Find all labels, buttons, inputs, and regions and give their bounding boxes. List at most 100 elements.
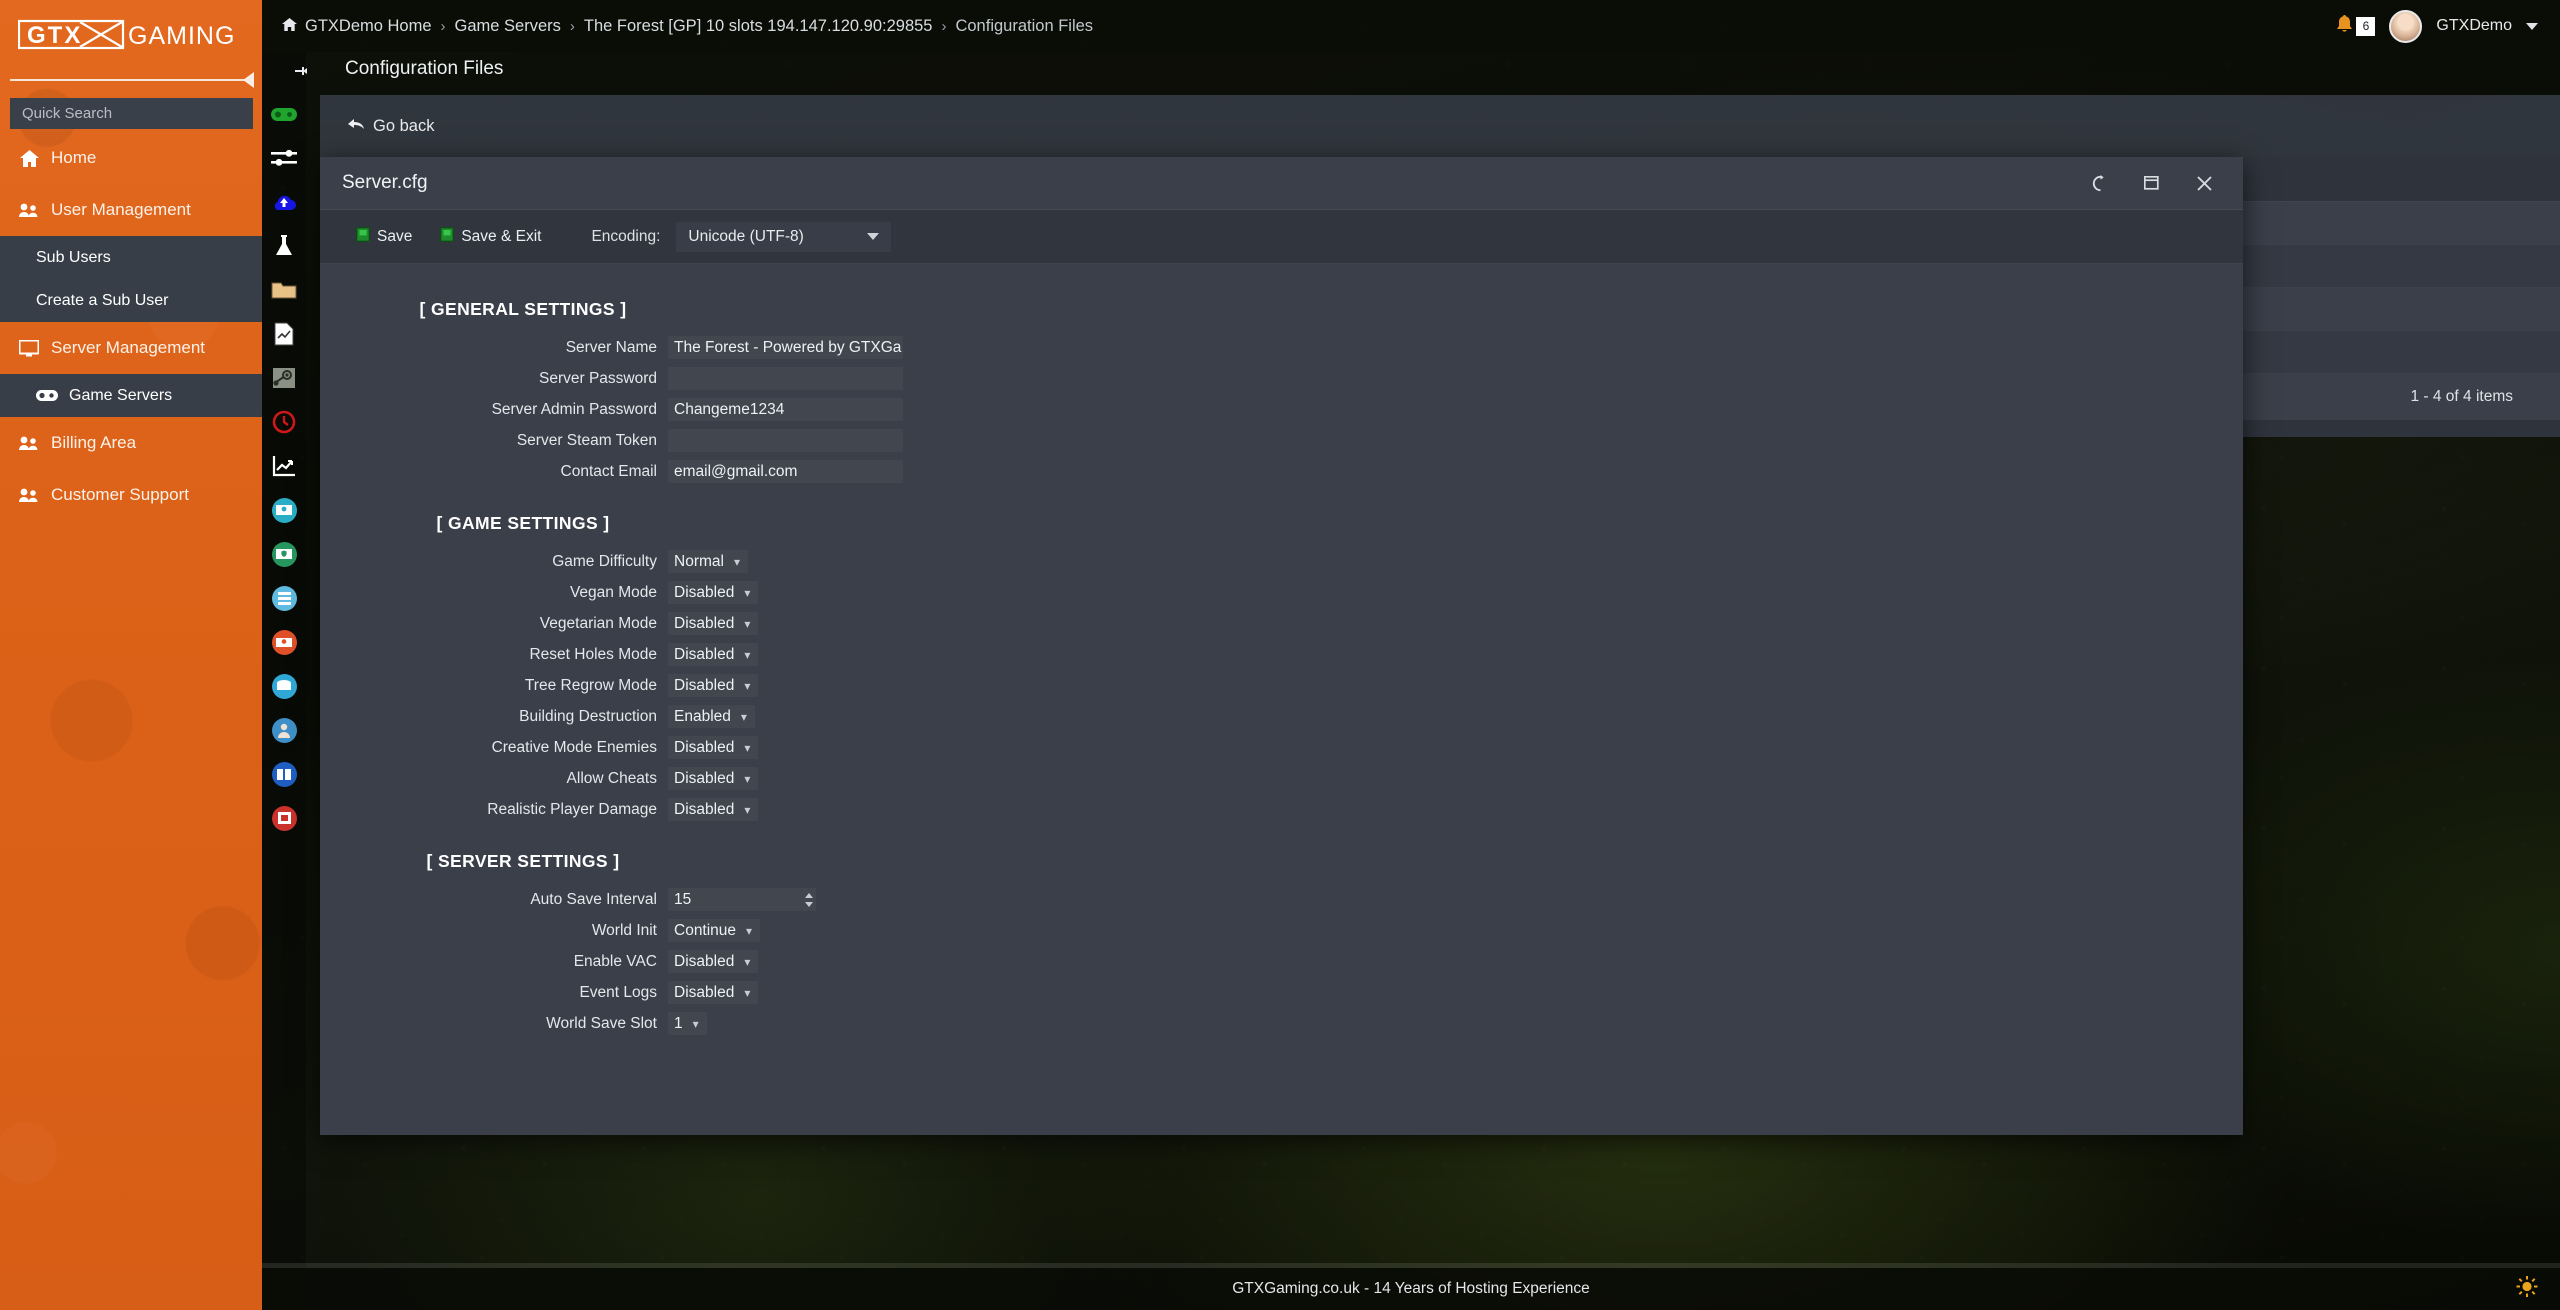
- book-icon[interactable]: [262, 752, 306, 796]
- file-chart-icon[interactable]: [262, 312, 306, 356]
- tree-regrow-mode-select[interactable]: Disabled ▾: [668, 674, 759, 697]
- folder-icon[interactable]: [262, 268, 306, 312]
- search-input[interactable]: [10, 98, 253, 129]
- stepper-up-icon[interactable]: [805, 892, 813, 898]
- world-save-slot-select[interactable]: 1 ▾: [668, 1012, 707, 1035]
- sidebar-item-label: Customer Support: [51, 485, 189, 504]
- user-monitor-icon[interactable]: [262, 488, 306, 532]
- realistic-player-damage-select[interactable]: Disabled ▾: [668, 798, 759, 821]
- server-list-glyph: [271, 585, 297, 611]
- field-row-building-destruction: Building Destruction Enabled ▾: [320, 701, 1080, 732]
- graph-icon[interactable]: [262, 444, 306, 488]
- allow-cheats-select[interactable]: Disabled ▾: [668, 767, 759, 790]
- field-row-server-admin-password: Server Admin Password Changeme1234: [320, 394, 1080, 425]
- sliders-icon[interactable]: [262, 136, 306, 180]
- sidebar-item-create-a-sub-user[interactable]: Create a Sub User: [0, 279, 262, 322]
- sidebar-item-user-management[interactable]: User Management: [0, 184, 262, 236]
- reset-holes-mode-select[interactable]: Disabled ▾: [668, 643, 759, 666]
- save-button[interactable]: Save: [342, 222, 426, 252]
- sidebar-collapse-arrow[interactable]: [243, 72, 254, 88]
- enable-vac-select[interactable]: Disabled ▾: [668, 950, 759, 973]
- flask-icon[interactable]: [262, 224, 306, 268]
- field-label: Auto Save Interval: [530, 890, 657, 908]
- cloud-upload-icon[interactable]: [262, 180, 306, 224]
- stepper-arrows[interactable]: [805, 892, 813, 907]
- sun-icon[interactable]: [2516, 1276, 2538, 1303]
- server-name-input[interactable]: The Forest - Powered by GTXGa: [668, 336, 903, 359]
- database-icon[interactable]: [262, 664, 306, 708]
- encoding-value: Unicode (UTF-8): [688, 227, 804, 245]
- page-title: Configuration Files: [345, 58, 504, 79]
- person-icon[interactable]: [262, 708, 306, 752]
- field-row-server-password: Server Password: [320, 363, 1080, 394]
- chevron-down-icon[interactable]: [2526, 22, 2538, 30]
- event-logs-select[interactable]: Disabled ▾: [668, 981, 759, 1004]
- users-icon: [18, 485, 40, 505]
- save-and-exit-button[interactable]: Save & Exit: [426, 222, 555, 252]
- breadcrumb-item-configuration-files[interactable]: Configuration Files: [955, 17, 1093, 36]
- field-value: Disabled: [674, 614, 735, 632]
- modal-window-controls: [2089, 172, 2243, 194]
- notifications-button[interactable]: 6: [2336, 14, 2376, 38]
- gamepad-icon[interactable]: [262, 92, 306, 136]
- server-list-icon[interactable]: [262, 576, 306, 620]
- go-back-button[interactable]: Go back: [320, 117, 434, 136]
- breadcrumb-item-server[interactable]: The Forest [GP] 10 slots 194.147.120.90:…: [584, 17, 933, 36]
- field-row-vegetarian-mode: Vegetarian Mode Disabled ▾: [320, 608, 1080, 639]
- encoding-label: Encoding:: [591, 227, 661, 245]
- section-title-general: [ GENERAL SETTINGS ]: [419, 299, 627, 319]
- user-management-submenu: Sub Users Create a Sub User: [0, 236, 262, 322]
- vegetarian-mode-select[interactable]: Disabled ▾: [668, 612, 759, 635]
- quick-search-box[interactable]: [10, 98, 253, 129]
- field-value: Disabled: [674, 983, 735, 1001]
- server-steam-token-input[interactable]: [668, 429, 903, 452]
- chevron-down-icon: ▾: [744, 802, 751, 817]
- game-difficulty-select[interactable]: Normal ▾: [668, 550, 748, 573]
- server-password-input[interactable]: [668, 367, 903, 390]
- building-destruction-select[interactable]: Enabled ▾: [668, 705, 755, 728]
- sidebar-item-billing-area[interactable]: Billing Area: [0, 417, 262, 469]
- chevron-down-icon: ▾: [740, 709, 747, 724]
- sidebar-item-sub-users[interactable]: Sub Users: [0, 236, 262, 279]
- sidebar-subitem-label: Sub Users: [36, 248, 111, 266]
- auto-save-interval-stepper[interactable]: 15: [668, 888, 816, 911]
- server-admin-password-input[interactable]: Changeme1234: [668, 398, 903, 421]
- shield-monitor-glyph: [271, 541, 297, 567]
- shield-monitor-icon[interactable]: [262, 532, 306, 576]
- footer-text: GTXGaming.co.uk - 14 Years of Hosting Ex…: [1232, 1280, 1590, 1297]
- sidebar-item-game-servers[interactable]: Game Servers: [0, 374, 262, 417]
- field-value: Disabled: [674, 769, 735, 787]
- field-row-world-save-slot: World Save Slot 1 ▾: [320, 1008, 1080, 1039]
- pin-icon[interactable]: [290, 60, 312, 82]
- clock-icon[interactable]: [262, 400, 306, 444]
- contact-email-input[interactable]: email@gmail.com: [668, 460, 903, 483]
- steam-icon[interactable]: [262, 356, 306, 400]
- sidebar-item-customer-support[interactable]: Customer Support: [0, 469, 262, 521]
- gtxgaming-logo[interactable]: GTX GAMING: [18, 16, 244, 56]
- sidebar-item-server-management[interactable]: Server Management: [0, 322, 262, 374]
- maximize-icon[interactable]: [2141, 172, 2163, 194]
- field-label: Realistic Player Damage: [487, 800, 657, 818]
- field-label: Game Difficulty: [552, 552, 657, 570]
- close-icon[interactable]: [2193, 172, 2215, 194]
- sidebar-item-label: User Management: [51, 200, 191, 219]
- encoding-select[interactable]: Unicode (UTF-8): [676, 221, 892, 252]
- vegan-mode-select[interactable]: Disabled ▾: [668, 581, 759, 604]
- field-row-tree-regrow-mode: Tree Regrow Mode Disabled ▾: [320, 670, 1080, 701]
- avatar[interactable]: [2389, 9, 2423, 43]
- user-alert-icon[interactable]: [262, 620, 306, 664]
- field-row-event-logs: Event Logs Disabled ▾: [320, 977, 1080, 1008]
- world-init-select[interactable]: Continue ▾: [668, 919, 761, 942]
- archive-icon[interactable]: [262, 796, 306, 840]
- field-value: Disabled: [674, 583, 735, 601]
- creative-mode-enemies-select[interactable]: Disabled ▾: [668, 736, 759, 759]
- refresh-icon[interactable]: [2089, 172, 2111, 194]
- sidebar-subitem-label: Game Servers: [69, 386, 173, 404]
- home-icon: [18, 148, 40, 168]
- stepper-down-icon[interactable]: [805, 901, 813, 907]
- field-label: Server Admin Password: [491, 400, 657, 418]
- breadcrumb-item-home[interactable]: GTXDemo Home: [282, 17, 432, 36]
- breadcrumb-item-game-servers[interactable]: Game Servers: [455, 17, 561, 36]
- sidebar-item-home[interactable]: Home: [0, 132, 262, 184]
- field-row-auto-save-interval: Auto Save Interval 15: [320, 884, 1080, 915]
